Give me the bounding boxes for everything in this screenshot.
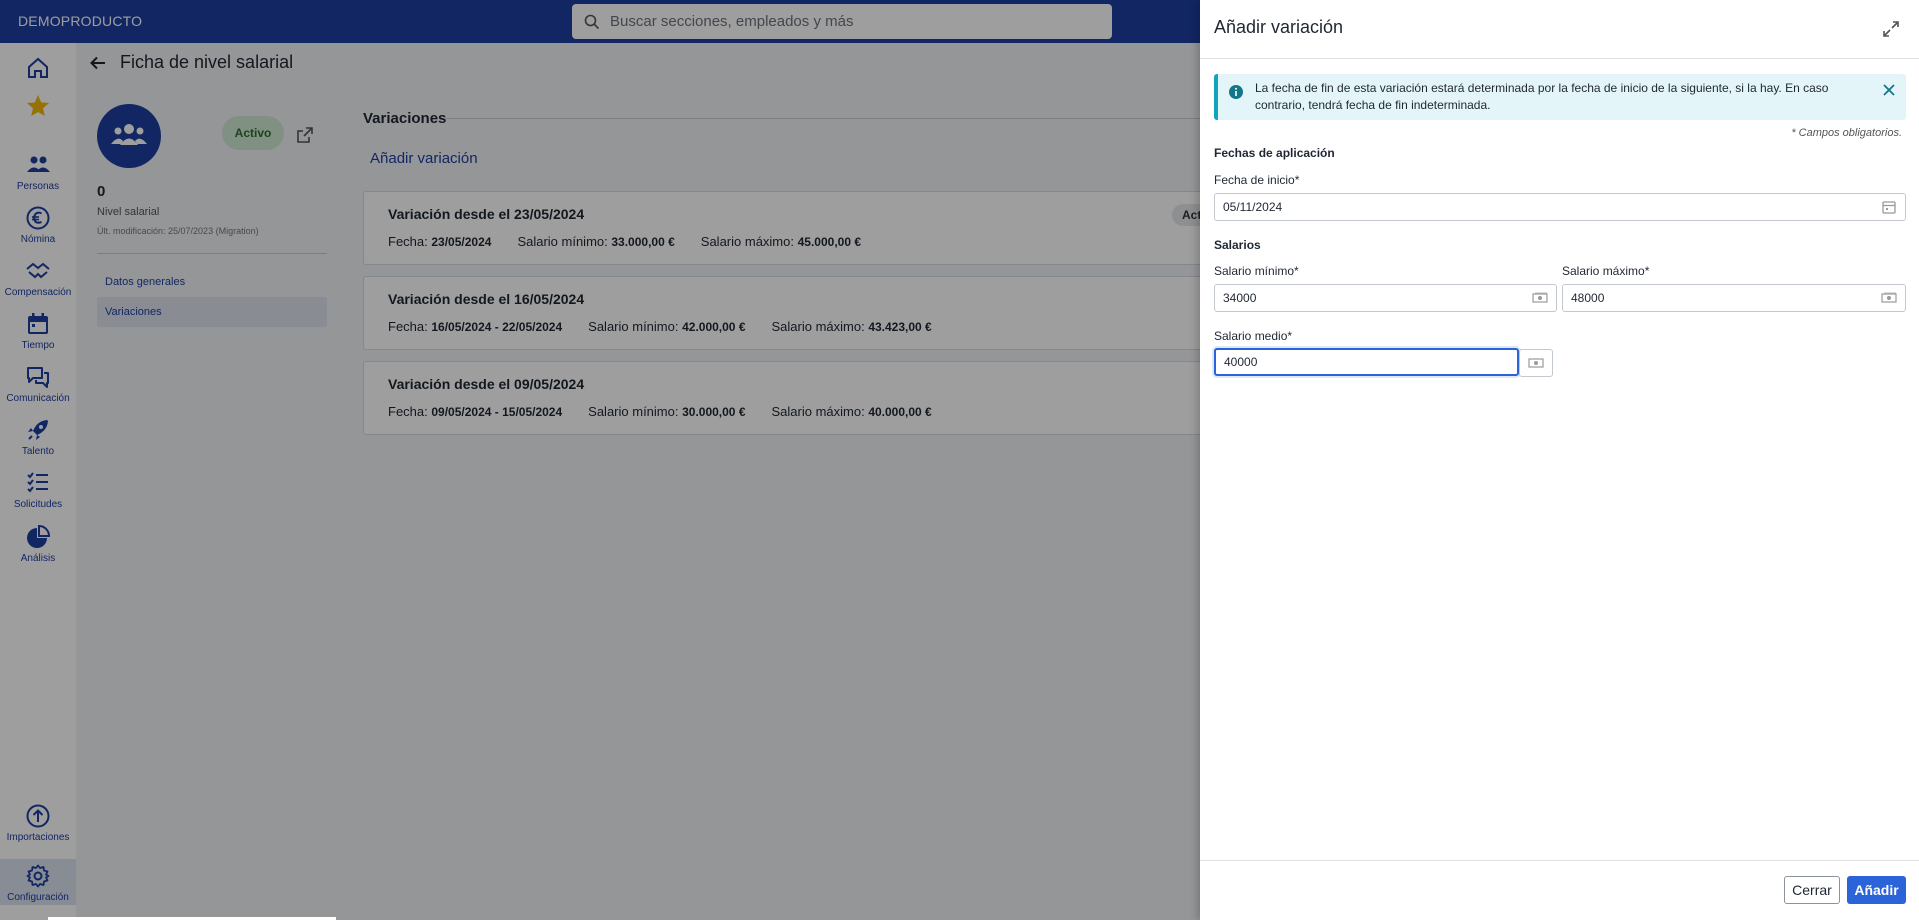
info-text: La fecha de fin de esta variación estará… [1255,81,1829,112]
money-icon [1881,292,1897,303]
expand-icon[interactable] [1882,20,1900,38]
money-icon [1528,358,1544,368]
money-icon [1532,292,1548,303]
divider [1200,58,1919,59]
add-button[interactable]: Añadir [1847,876,1906,904]
drawer-title: Añadir variación [1214,17,1344,37]
section-dates-label: Fechas de aplicación [1214,146,1335,160]
add-variation-drawer: Añadir variación La fecha de fin de esta… [1200,0,1919,920]
max-salary-label: Salario máximo* [1562,264,1650,278]
close-icon[interactable] [1882,83,1896,97]
start-date-input[interactable] [1215,200,1871,214]
start-date-label: Fecha de inicio* [1214,173,1300,187]
section-salaries-label: Salarios [1214,238,1261,252]
divider [1200,860,1919,861]
close-button[interactable]: Cerrar [1784,876,1840,904]
avg-salary-field[interactable] [1214,348,1519,376]
min-salary-field[interactable] [1214,284,1557,312]
avg-salary-input[interactable] [1216,355,1517,369]
avg-salary-label: Salario medio* [1214,329,1293,343]
start-date-field[interactable] [1214,193,1906,221]
min-salary-input[interactable] [1215,291,1522,305]
info-alert: La fecha de fin de esta variación estará… [1214,74,1906,120]
modal-backdrop[interactable] [0,0,1200,920]
currency-addon [1519,349,1553,377]
calendar-icon[interactable] [1881,200,1897,214]
info-icon [1229,85,1243,99]
max-salary-input[interactable] [1563,291,1871,305]
max-salary-field[interactable] [1562,284,1906,312]
min-salary-label: Salario mínimo* [1214,264,1299,278]
required-fields-note: * Campos obligatorios. [1791,127,1902,139]
